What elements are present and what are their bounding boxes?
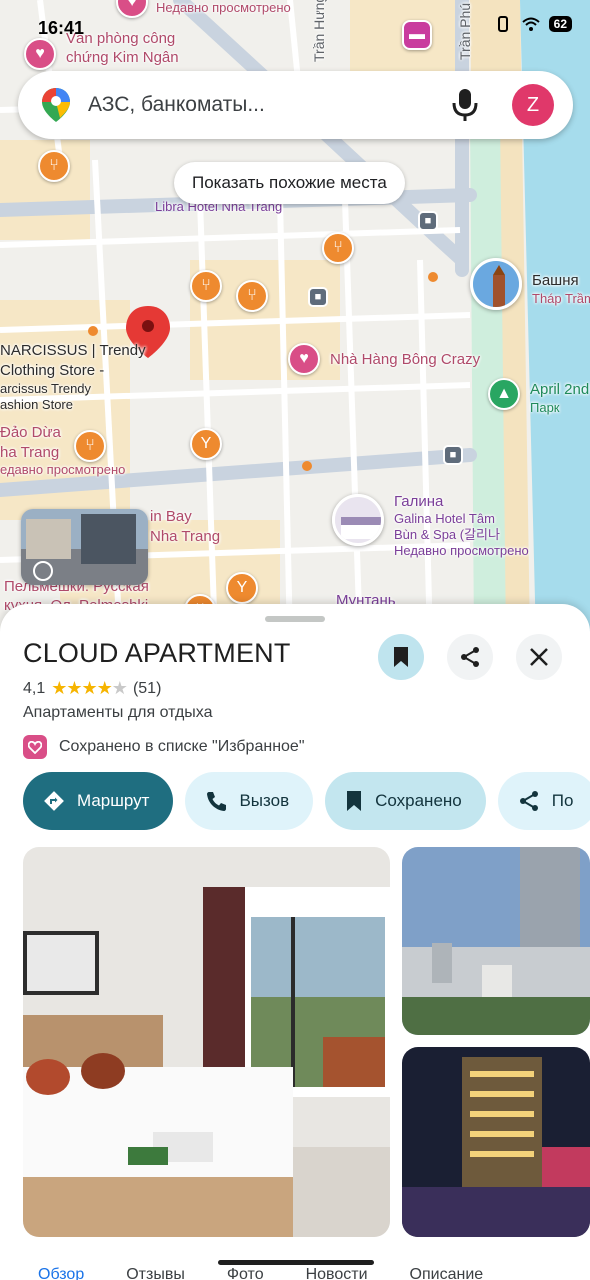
tab-photos[interactable]: Фото: [227, 1266, 264, 1280]
poi-dot[interactable]: [428, 272, 438, 282]
tab-news[interactable]: Новости: [306, 1266, 368, 1280]
place-tabs: Обзор Отзывы Фото Новости Описание: [0, 1266, 590, 1280]
bus-stop-icon[interactable]: ■: [308, 287, 328, 307]
restaurant-icon[interactable]: ⑂: [38, 150, 70, 182]
directions-icon: [44, 791, 64, 811]
restaurant-icon[interactable]: ⑂: [190, 270, 222, 302]
close-icon: [530, 648, 548, 666]
share-action-button[interactable]: По: [497, 772, 590, 830]
photo-building-night[interactable]: [402, 1047, 590, 1237]
map-label: chứng Kim Ngân: [66, 49, 179, 66]
route-button[interactable]: Маршрут: [23, 772, 174, 830]
map-label: Недавно просмотрено: [156, 0, 291, 15]
map-label: Galina Hotel Tâm: [394, 511, 495, 526]
road-label: Trần Phú: [457, 2, 473, 60]
hotel-icon[interactable]: ▬: [402, 20, 432, 50]
rating-stars: ★★★★★: [51, 678, 128, 698]
restaurant-icon[interactable]: ⑂: [74, 430, 106, 462]
place-details-sheet: CLOUD APARTMENT 4,1 ★★★★★ (51) Апартамен…: [0, 604, 590, 1280]
map-view[interactable]: ♥ ♥ ▬ ⑂ ⑂ ⑂ ⑂ ⑂ Y Y ⑂ ♥ ▲ ■ ■ ■ Недавно …: [0, 0, 590, 640]
rating-value: 4,1: [23, 679, 46, 697]
street-view-thumbnail[interactable]: [21, 509, 148, 585]
restaurant-icon[interactable]: ⑂: [236, 280, 268, 312]
share-label: По: [551, 791, 574, 810]
map-label: ha Trang: [0, 444, 60, 461]
photo-city-view[interactable]: [402, 847, 590, 1035]
tab-about[interactable]: Описание: [410, 1266, 484, 1280]
home-indicator: [218, 1260, 374, 1265]
map-label: Nha Trang: [150, 528, 221, 545]
bar-icon[interactable]: Y: [190, 428, 222, 460]
status-time: 16:41: [38, 18, 85, 38]
place-category: Апартаменты для отдыха: [23, 704, 213, 721]
saved-button[interactable]: Сохранено: [325, 772, 486, 830]
tab-overview[interactable]: Обзор: [38, 1266, 84, 1280]
share-button[interactable]: [447, 634, 493, 680]
map-label: Clothing Store -: [0, 362, 105, 379]
saved-list-row[interactable]: Сохранено в списке "Избранное": [23, 735, 305, 759]
tab-reviews[interactable]: Отзывы: [126, 1266, 185, 1280]
map-label: NARCISSUS | Trendy: [0, 342, 146, 359]
restaurant-icon[interactable]: ⑂: [322, 232, 354, 264]
map-label: in Bay: [150, 508, 192, 525]
status-icons: 62: [493, 16, 572, 32]
map-label: Bùn & Spa (갈리나: [394, 527, 500, 542]
map-label: Tháp Trầm: [532, 291, 590, 306]
map-label: Nhà Hàng Bông Crazy: [330, 351, 481, 368]
phone-icon: [207, 792, 227, 811]
saved-list-text: Сохранено в списке "Избранное": [59, 738, 305, 755]
bookmark-filled-icon: [347, 791, 362, 811]
map-label: едавно просмотрено: [0, 462, 126, 477]
call-button[interactable]: Вызов: [185, 772, 314, 830]
map-label: Галина: [394, 493, 444, 510]
road-label: Trần Hưng: [311, 0, 327, 62]
saved-label: Сохранено: [375, 791, 462, 810]
route-label: Маршрут: [77, 791, 150, 810]
close-button[interactable]: [516, 634, 562, 680]
rating-row[interactable]: 4,1 ★★★★★ (51): [23, 678, 161, 699]
place-title: CLOUD APARTMENT: [23, 638, 291, 668]
vibrate-icon: [497, 16, 508, 32]
map-label: April 2nd: [530, 381, 590, 398]
map-label: arcissus Trendy: [0, 381, 92, 396]
tower-photo-pin[interactable]: [470, 258, 522, 310]
avatar[interactable]: Z: [512, 84, 554, 126]
poi-dot[interactable]: [88, 326, 98, 336]
photo-bedroom[interactable]: [23, 847, 390, 1237]
share-icon: [461, 647, 479, 667]
share-icon: [519, 791, 538, 811]
maps-logo-icon: [42, 88, 70, 122]
battery-indicator: 62: [548, 16, 572, 32]
map-label: Парк: [530, 400, 560, 415]
drag-handle[interactable]: [265, 616, 325, 622]
bus-stop-icon[interactable]: ■: [418, 211, 438, 231]
bus-stop-icon[interactable]: ■: [443, 445, 463, 465]
search-input[interactable]: АЗС, банкоматы...: [88, 93, 265, 117]
action-buttons: Маршрут Вызов Сохранено По: [23, 772, 590, 830]
photo-gallery[interactable]: [23, 847, 590, 1237]
hotel-photo-pin[interactable]: [332, 494, 384, 546]
heart-icon: [23, 735, 47, 759]
bar-icon[interactable]: Y: [226, 572, 258, 604]
park-icon[interactable]: ▲: [488, 378, 520, 410]
bookmark-icon: [394, 647, 408, 667]
wifi-icon: [521, 17, 540, 31]
heart-icon[interactable]: ♥: [24, 38, 56, 70]
map-label: Đảo Dừa: [0, 424, 61, 441]
microphone-icon[interactable]: [450, 87, 480, 123]
map-label: ashion Store: [0, 397, 73, 412]
poi-dot[interactable]: [302, 461, 312, 471]
search-bar[interactable]: АЗС, банкоматы... Z: [18, 71, 573, 139]
review-count: (51): [132, 679, 162, 697]
map-label: Недавно просмотрено: [394, 543, 529, 558]
heart-icon[interactable]: ♥: [288, 343, 320, 375]
map-label: Башня: [532, 272, 579, 289]
call-label: Вызов: [239, 791, 290, 810]
show-similar-places-chip[interactable]: Показать похожие места: [174, 162, 405, 204]
bookmark-button[interactable]: [378, 634, 424, 680]
